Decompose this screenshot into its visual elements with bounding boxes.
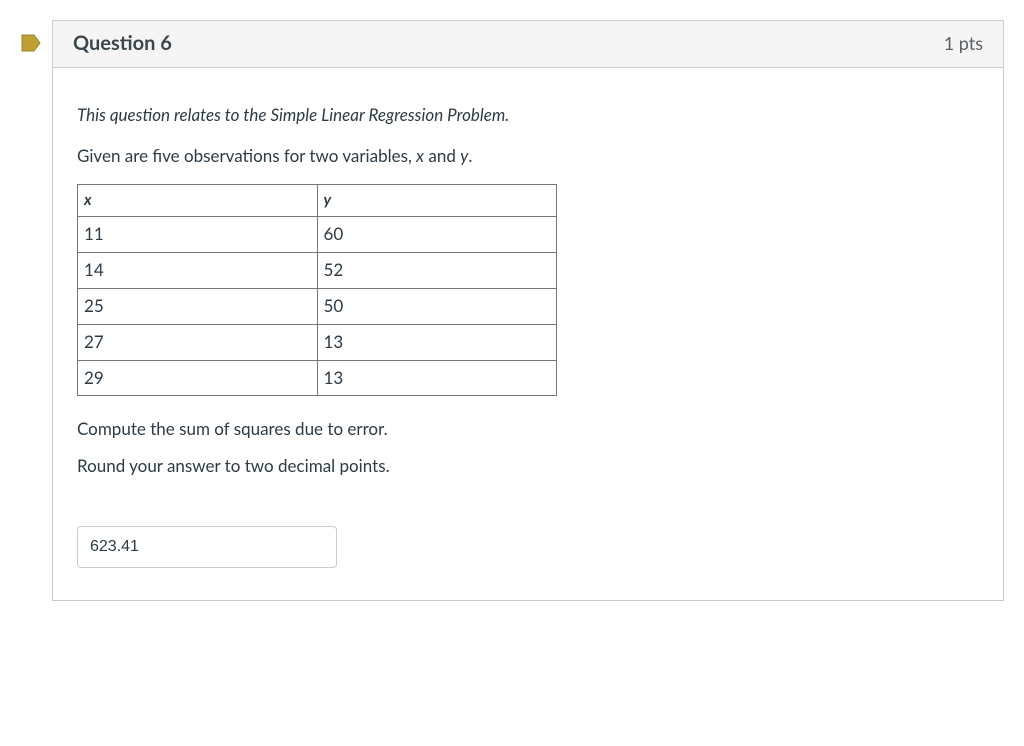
- cell-x: 29: [78, 360, 318, 396]
- cell-x: 27: [78, 324, 318, 360]
- cell-y: 50: [317, 288, 557, 324]
- given-and: and: [424, 145, 460, 166]
- question-card: Question 6 1 pts This question relates t…: [52, 20, 1004, 601]
- given-prefix: Given are five observations for two vari…: [77, 145, 416, 166]
- question-given: Given are five observations for two vari…: [77, 145, 979, 168]
- cell-y: 52: [317, 252, 557, 288]
- table-row: 27 13: [78, 324, 557, 360]
- question-points: 1 pts: [944, 32, 983, 54]
- cell-x: 14: [78, 252, 318, 288]
- table-row: 25 50: [78, 288, 557, 324]
- table-header-row: x y: [78, 184, 557, 216]
- round-instruction: Round your answer to two decimal points.: [77, 455, 979, 478]
- table-row: 14 52: [78, 252, 557, 288]
- question-body: This question relates to the Simple Line…: [53, 68, 1003, 600]
- question-intro: This question relates to the Simple Line…: [77, 104, 979, 127]
- given-suffix: .: [468, 145, 472, 166]
- cell-y: 60: [317, 216, 557, 252]
- data-table: x y 11 60 14 52 25 50: [77, 184, 557, 397]
- question-header: Question 6 1 pts: [53, 21, 1003, 68]
- question-title: Question 6: [73, 31, 172, 55]
- cell-x: 11: [78, 216, 318, 252]
- compute-instruction: Compute the sum of squares due to error.: [77, 418, 979, 441]
- col-header-x: x: [78, 184, 318, 216]
- table-row: 11 60: [78, 216, 557, 252]
- col-header-y: y: [317, 184, 557, 216]
- cell-y: 13: [317, 360, 557, 396]
- cell-y: 13: [317, 324, 557, 360]
- table-row: 29 13: [78, 360, 557, 396]
- answer-input[interactable]: [77, 526, 337, 568]
- given-var-x: x: [416, 145, 424, 166]
- question-marker-icon: [20, 32, 42, 54]
- cell-x: 25: [78, 288, 318, 324]
